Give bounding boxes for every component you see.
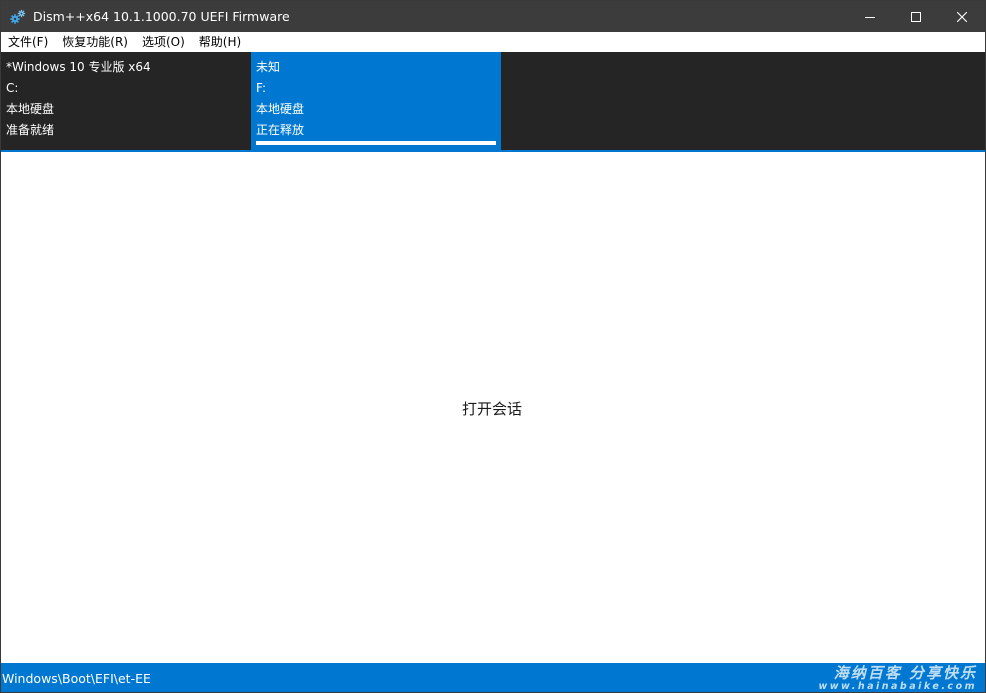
session-name: 未知 — [256, 60, 281, 74]
title-bar[interactable]: Dism++x64 10.1.1000.70 UEFI Firmware — [1, 1, 985, 32]
watermark-logo: 海纳百客 分享快乐 www.hainabaike.com — [819, 665, 978, 692]
window-title: Dism++x64 10.1.1000.70 UEFI Firmware — [33, 9, 290, 24]
session-status: 准备就绪 — [6, 123, 55, 137]
menu-help[interactable]: 帮助(H) — [192, 32, 248, 52]
window-controls — [847, 1, 985, 32]
session-card-unknown[interactable]: 未知 F: 本地硬盘 正在释放 — [251, 52, 501, 150]
session-progress-bar — [256, 141, 496, 145]
watermark-text: 海纳百客 分享快乐 — [833, 664, 977, 682]
gear-icon — [10, 9, 26, 25]
session-list: *Windows 10 专业版 x64 C: 本地硬盘 准备就绪 未知 F: 本… — [1, 52, 985, 150]
session-disk-type: 本地硬盘 — [6, 102, 55, 116]
menu-file[interactable]: 文件(F) — [1, 32, 55, 52]
menu-recovery[interactable]: 恢复功能(R) — [55, 32, 135, 52]
menu-bar: 文件(F) 恢复功能(R) 选项(O) 帮助(H) — [1, 32, 985, 52]
maximize-icon — [911, 11, 921, 22]
close-button[interactable] — [939, 1, 985, 32]
close-icon — [957, 11, 967, 22]
session-drive: C: — [6, 81, 19, 95]
menu-options[interactable]: 选项(O) — [135, 32, 192, 52]
minimize-icon — [865, 16, 875, 18]
session-status: 正在释放 — [256, 123, 305, 137]
session-card-windows[interactable]: *Windows 10 专业版 x64 C: 本地硬盘 准备就绪 — [1, 52, 251, 150]
status-bar: Windows\Boot\EFI\et-EE 海纳百客 分享快乐 www.hai… — [1, 663, 985, 692]
maximize-button[interactable] — [893, 1, 939, 32]
watermark-url: www.hainabaike.com — [818, 681, 977, 692]
session-progress-fill — [256, 141, 496, 145]
minimize-button[interactable] — [847, 1, 893, 32]
session-disk-type: 本地硬盘 — [256, 102, 305, 116]
session-drive: F: — [256, 81, 267, 95]
status-path: Windows\Boot\EFI\et-EE — [2, 670, 151, 686]
session-name: *Windows 10 专业版 x64 — [6, 60, 151, 74]
main-content: 打开会话 — [1, 152, 985, 663]
open-session-link[interactable]: 打开会话 — [456, 394, 528, 423]
app-window: Dism++x64 10.1.1000.70 UEFI Firmware 文件(… — [0, 0, 986, 693]
